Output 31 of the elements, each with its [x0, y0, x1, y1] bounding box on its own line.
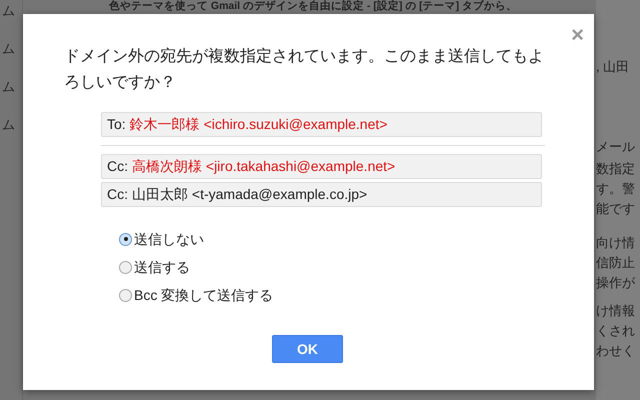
- recipient-label: To:: [107, 115, 126, 134]
- header-text: 色やテーマを使って Gmail のデザインを自由に設定 - [設定] の [テーマ] タブから、: [109, 0, 518, 12]
- recipient-address: 山田太郎 <t-yamada@example.co.jp>: [132, 185, 368, 204]
- dialog-message: ドメイン外の宛先が複数指定されています。このまま送信してもよろしいですか？: [64, 46, 545, 93]
- recipient-label: Cc:: [107, 157, 128, 176]
- background-text: け情報: [596, 304, 636, 318]
- recipient-address: 鈴木一郎様 <ichiro.suzuki@example.net>: [130, 115, 388, 134]
- mail-row-text: ム: [1, 40, 16, 58]
- background-text: す。警: [596, 182, 636, 196]
- background-text: , 山田: [596, 60, 630, 74]
- ok-button[interactable]: OK: [272, 335, 343, 363]
- background-text: 信防止: [596, 256, 636, 270]
- background-text: 向け情: [596, 236, 636, 250]
- mail-row-text: ム: [1, 116, 16, 134]
- radio-label: 送信する: [134, 258, 190, 277]
- recipient-address: 高橋次朗様 <jiro.takahashi@example.net>: [132, 157, 396, 176]
- background-text: 数指定: [596, 162, 636, 176]
- mail-row-text: ム: [1, 2, 16, 20]
- background-text: わせく: [596, 344, 636, 358]
- radio-label: Bcc 変換して送信する: [134, 286, 274, 305]
- close-button[interactable]: ×: [571, 24, 584, 44]
- background-text: 操作が: [596, 276, 636, 290]
- mail-row-text: ム: [1, 78, 16, 96]
- background-text: メール: [596, 140, 636, 154]
- radio-button[interactable]: [119, 260, 132, 274]
- radio-label: 送信しない: [134, 230, 204, 249]
- radio-button[interactable]: [119, 288, 132, 302]
- radio-button[interactable]: [119, 232, 132, 246]
- background-text: くされ: [596, 324, 636, 338]
- recipient-label: Cc:: [107, 185, 128, 204]
- background-text: 能です: [596, 202, 636, 216]
